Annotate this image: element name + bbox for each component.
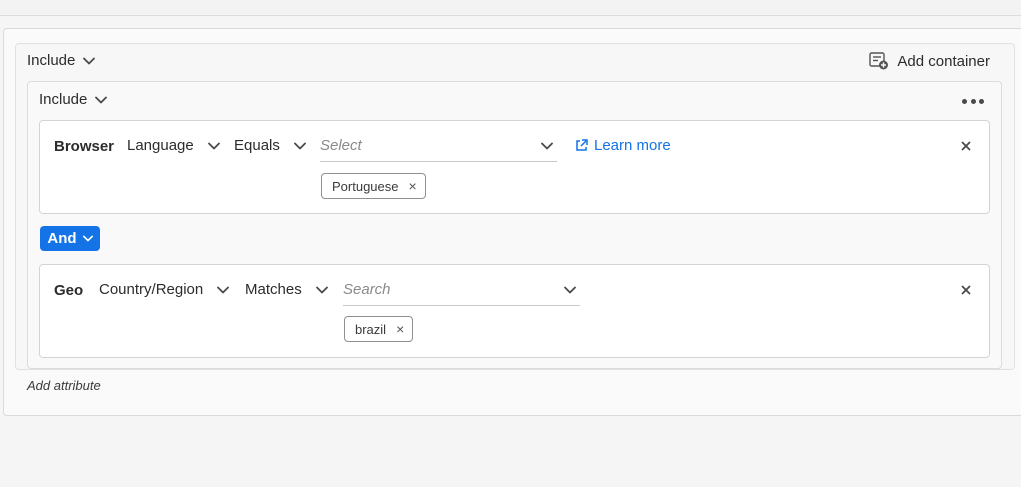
chevron-down-icon [293,142,306,149]
dimension-dropdown[interactable]: Language [127,137,220,154]
value-tag: brazil × [344,316,414,342]
chevron-down-icon [83,57,96,64]
learn-more-label: Learn more [594,137,671,154]
more-icon[interactable] [962,94,984,108]
chevron-down-icon [82,235,93,242]
operator-label: Equals [234,137,280,154]
inner-include-label: Include [39,91,88,108]
conjunction-dropdown[interactable]: And [40,226,100,251]
close-icon[interactable] [960,140,974,154]
operator-label: Matches [245,281,302,298]
rule-attribute-name: Browser [54,138,115,155]
chevron-down-icon[interactable] [564,286,576,294]
dimension-dropdown[interactable]: Country/Region [99,281,230,298]
chevron-down-icon [315,286,328,293]
value-tag: Portuguese × [321,173,426,199]
value-combobox[interactable]: Search [343,274,580,306]
chevron-down-icon [217,286,230,293]
add-container-icon [869,52,889,70]
top-strip [0,0,1021,16]
value-placeholder: Search [343,281,391,298]
value-placeholder: Select [320,137,362,154]
add-container-label: Add container [897,52,990,70]
chevron-down-icon [207,142,220,149]
outer-include-label: Include [27,52,76,69]
add-attribute-link[interactable]: Add attribute [27,378,101,393]
operator-dropdown[interactable]: Equals [234,137,306,154]
value-tag-label: Portuguese [332,178,399,194]
dimension-label: Country/Region [99,281,204,298]
remove-tag-icon[interactable]: × [396,322,404,336]
value-combobox[interactable]: Select [320,130,557,162]
close-icon[interactable] [960,284,974,298]
remove-tag-icon[interactable]: × [409,179,417,193]
external-link-icon [576,139,588,151]
chevron-down-icon[interactable] [541,142,553,150]
rule-attribute-name: Geo [54,282,84,299]
outer-include-dropdown[interactable]: Include [27,52,96,69]
chevron-down-icon [95,96,108,103]
operator-dropdown[interactable]: Matches [245,281,328,298]
dimension-label: Language [127,137,194,154]
learn-more-link[interactable]: Learn more [575,137,671,154]
value-tag-label: brazil [355,321,387,337]
inner-include-dropdown[interactable]: Include [39,91,108,108]
add-container-button[interactable]: Add container [869,52,990,70]
conjunction-label: And [47,230,77,247]
